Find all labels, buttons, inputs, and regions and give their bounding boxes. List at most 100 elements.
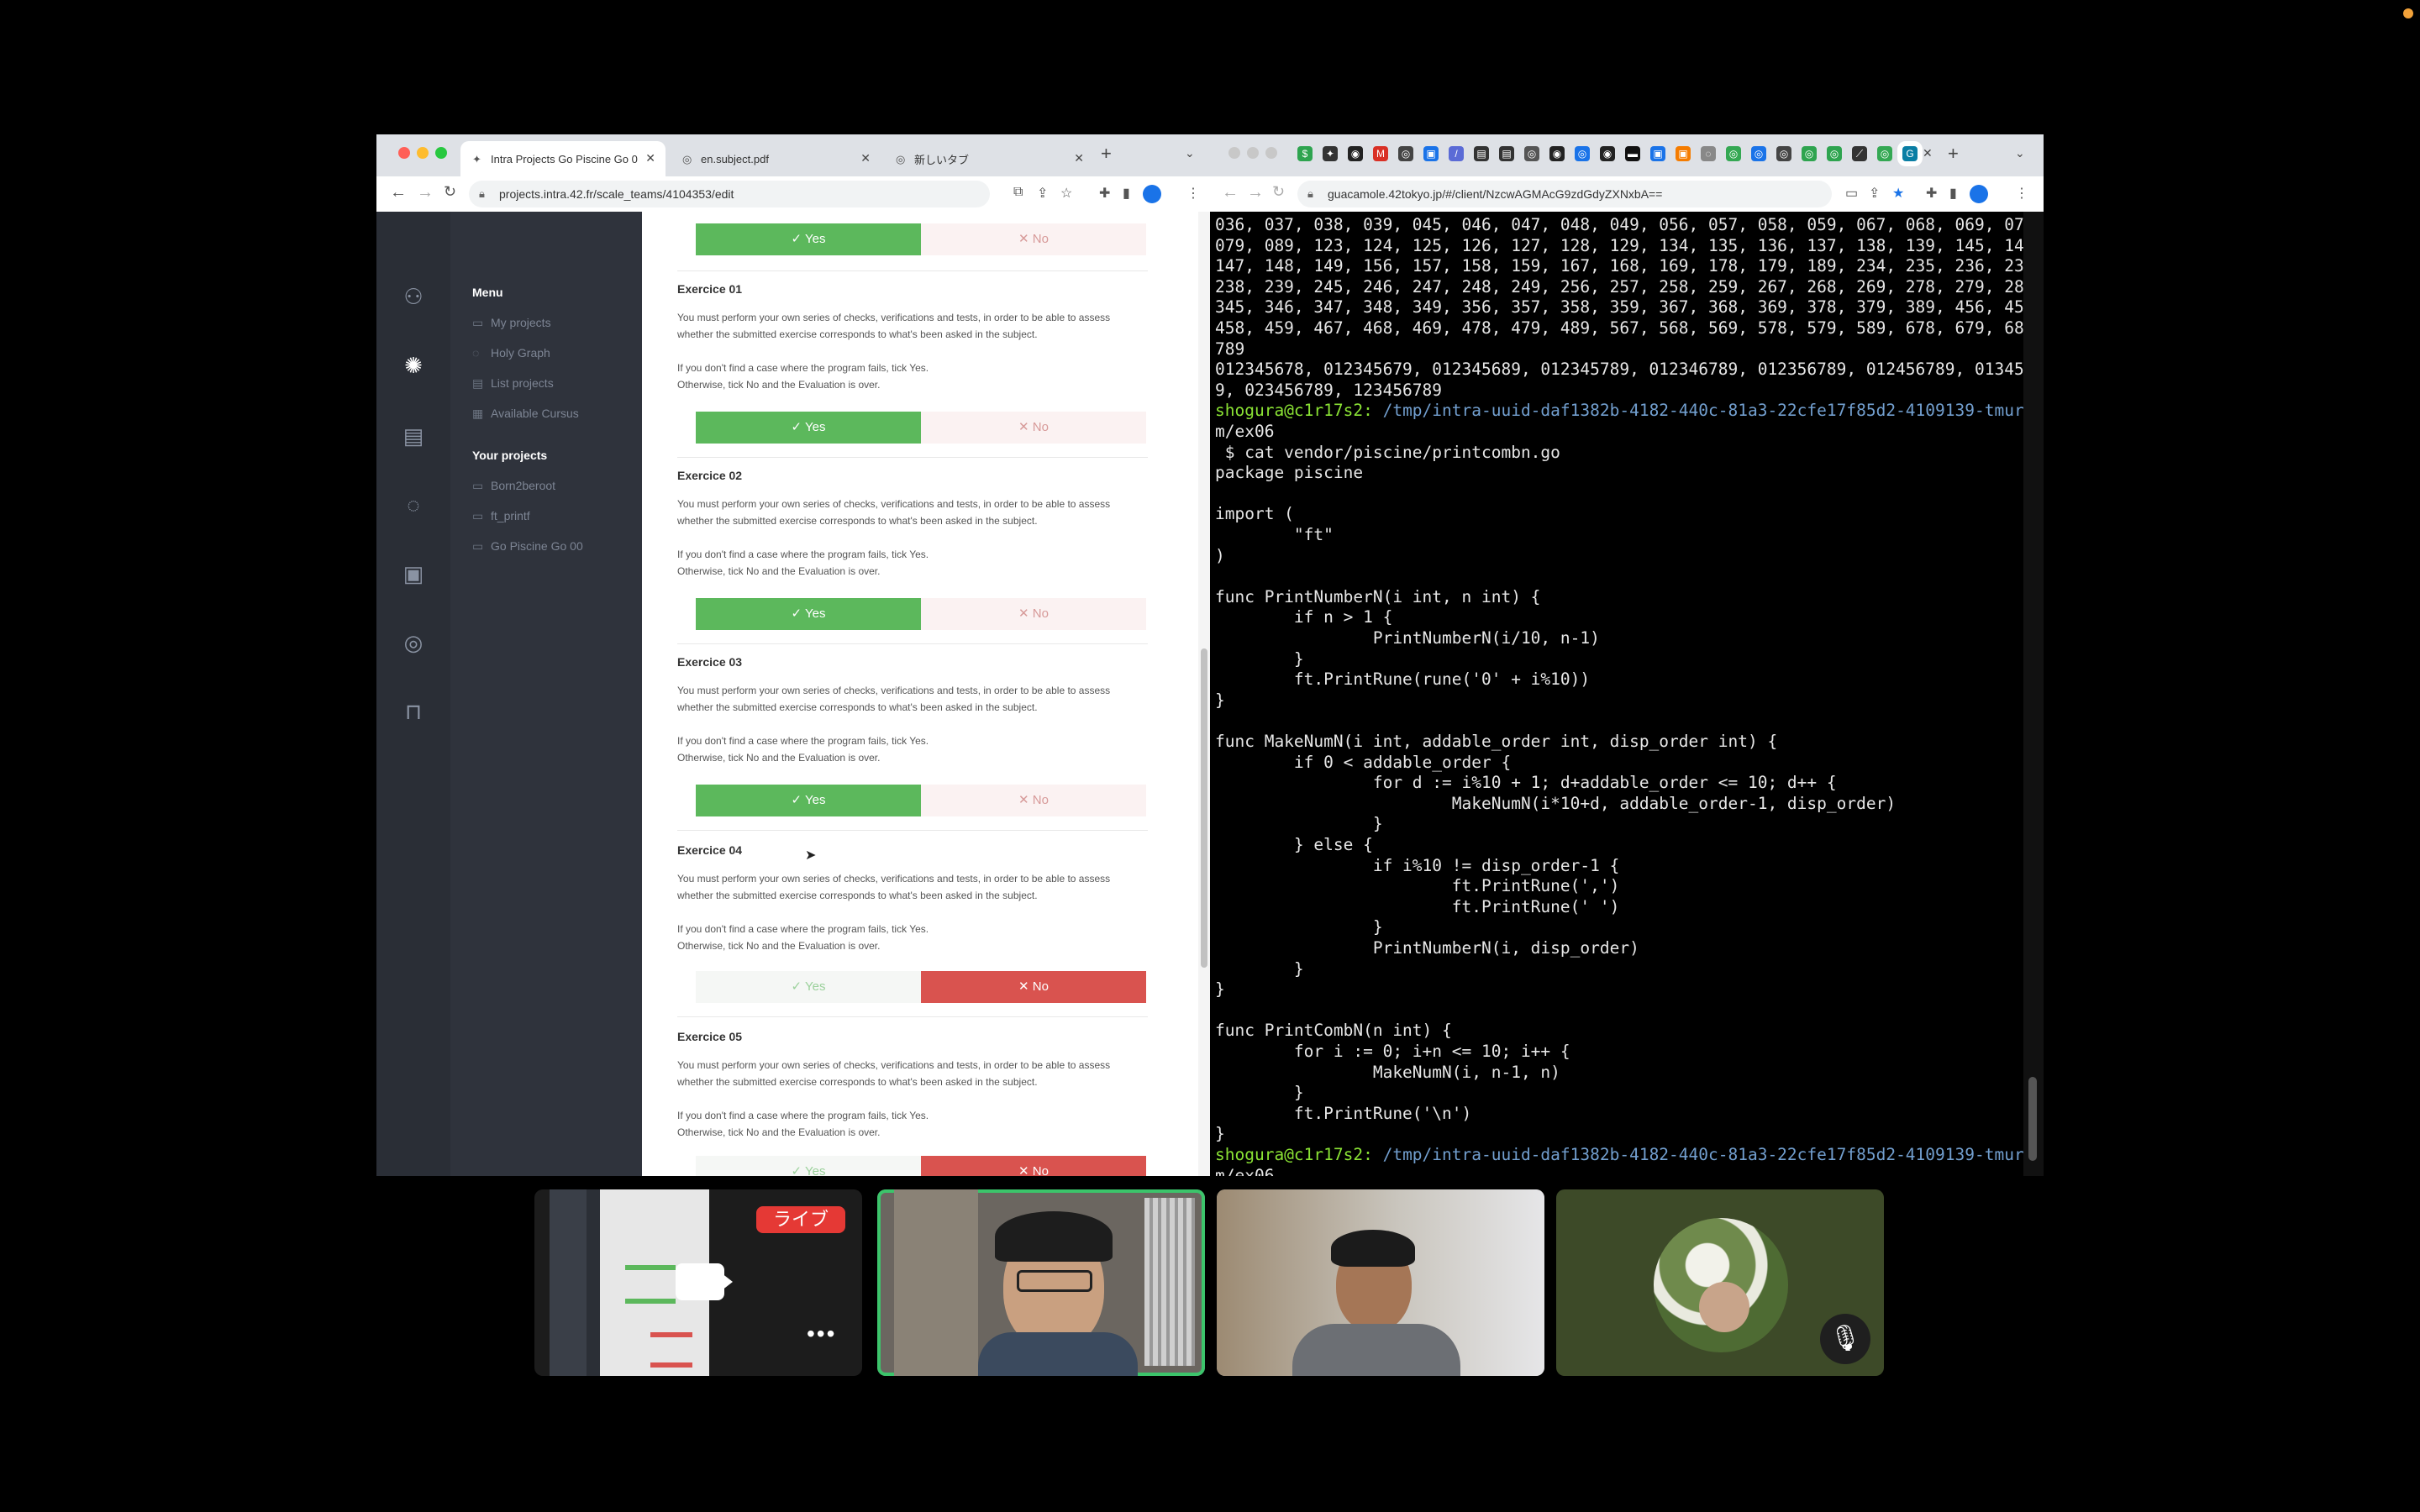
screen-share-tile[interactable]: ライブ •••: [534, 1189, 862, 1376]
close-window-icon[interactable]: [1228, 147, 1240, 159]
url-field[interactable]: 🔒︎ projects.intra.42.fr/scale_teams/4104…: [469, 181, 990, 207]
terminal-scrollbar[interactable]: [2023, 212, 2044, 1176]
pinned-tab-icon[interactable]: ▬: [1625, 146, 1640, 161]
pinned-tab-icon[interactable]: ◎: [1575, 146, 1590, 161]
new-tab-icon[interactable]: +: [1101, 143, 1112, 165]
reload-icon[interactable]: ↻: [444, 183, 456, 201]
graph-icon[interactable]: ✺: [402, 353, 425, 378]
shop-icon[interactable]: ⊓: [402, 699, 425, 724]
github-icon[interactable]: ◉: [1600, 146, 1615, 161]
pinned-tab-icon[interactable]: ▣: [1423, 146, 1439, 161]
minimize-window-icon[interactable]: [417, 147, 429, 159]
participant-tile[interactable]: [1217, 1189, 1544, 1376]
url-field[interactable]: 🔒︎ guacamole.42tokyo.jp/#/client/NzcwAGM…: [1297, 181, 1832, 207]
forward-icon[interactable]: →: [1247, 183, 1264, 202]
pinned-tab-icon[interactable]: ✦: [1323, 146, 1338, 161]
back-icon[interactable]: ←: [1222, 183, 1239, 202]
translate-icon[interactable]: ⧉: [1013, 185, 1023, 200]
scrollbar-thumb[interactable]: [2028, 1077, 2037, 1161]
close-window-icon[interactable]: [398, 147, 410, 159]
yes-button[interactable]: ✓ Yes: [696, 785, 921, 816]
scrollbar[interactable]: [1198, 212, 1210, 1176]
sidepanel-icon[interactable]: ▮: [1949, 185, 1957, 202]
pinned-tab-icon[interactable]: ◎: [1877, 146, 1892, 161]
participant-tile-muted[interactable]: 🎙︎: [1556, 1189, 1884, 1376]
no-button[interactable]: ✕ No: [921, 785, 1146, 816]
yes-button[interactable]: ✓ Yes: [696, 412, 921, 444]
no-button[interactable]: ✕ No: [921, 223, 1146, 255]
project-item-born2beroot[interactable]: ▭ Born2beroot: [472, 479, 555, 493]
briefcase-icon[interactable]: ▣: [402, 561, 425, 586]
no-button[interactable]: ✕ No: [921, 412, 1146, 444]
bookmark-star-icon[interactable]: ★: [1892, 185, 1904, 202]
github-icon[interactable]: ◉: [1549, 146, 1565, 161]
extensions-icon[interactable]: ✚: [1099, 185, 1110, 202]
new-tab-icon[interactable]: +: [1948, 143, 1959, 165]
menu-item-list-projects[interactable]: ▤ List projects: [472, 376, 554, 391]
yes-button[interactable]: ✓ Yes: [696, 971, 921, 1003]
pinned-tab-icon[interactable]: ◎: [1398, 146, 1413, 161]
no-button[interactable]: ✕ No: [921, 971, 1146, 1003]
project-item-ft-printf[interactable]: ▭ ft_printf: [472, 509, 530, 523]
close-tab-icon[interactable]: ✕: [1074, 151, 1084, 165]
pinned-tab-icon[interactable]: ◎: [1776, 146, 1791, 161]
pinned-tab-icon[interactable]: ◎: [1827, 146, 1842, 161]
menu-item-holy-graph[interactable]: ◌ Holy Graph: [472, 346, 550, 360]
no-button[interactable]: ✕ No: [921, 598, 1146, 630]
pinned-tab-icon[interactable]: ▤: [1499, 146, 1514, 161]
kebab-menu-icon[interactable]: ⋮: [2015, 185, 2028, 202]
pinned-tab-icon[interactable]: ▣: [1650, 146, 1665, 161]
yes-button[interactable]: ✓ Yes: [696, 598, 921, 630]
sidepanel-icon[interactable]: ▮: [1123, 185, 1130, 202]
chevron-down-icon[interactable]: ⌄: [2015, 146, 2025, 160]
pinned-tab-icon[interactable]: $: [1297, 146, 1313, 161]
maximize-window-icon[interactable]: [435, 147, 447, 159]
more-options-icon[interactable]: •••: [807, 1320, 836, 1347]
bookmark-star-icon[interactable]: ☆: [1060, 185, 1072, 202]
compass-icon[interactable]: ◎: [402, 630, 425, 655]
no-button[interactable]: ✕ No: [921, 1156, 1146, 1176]
gmail-icon[interactable]: M: [1373, 146, 1388, 161]
yes-button[interactable]: ✓ Yes: [696, 1156, 921, 1176]
tab-intra-projects[interactable]: ✦ Intra Projects Go Piscine Go 0 ✕: [460, 141, 666, 176]
chat-icon[interactable]: ◌: [402, 492, 425, 517]
id-card-icon[interactable]: ▤: [402, 423, 425, 449]
user-icon[interactable]: ⚇: [402, 284, 425, 309]
pinned-tab-icon[interactable]: ◎: [1751, 146, 1766, 161]
close-tab-icon[interactable]: ✕: [645, 151, 655, 165]
pinned-tab-icon[interactable]: ▣: [1676, 146, 1691, 161]
pinned-tab-icon[interactable]: ▤: [1474, 146, 1489, 161]
pinned-tab-icon[interactable]: ◌: [1701, 146, 1716, 161]
share-icon[interactable]: ⇪: [1869, 185, 1880, 202]
profile-avatar-icon[interactable]: [1143, 185, 1161, 203]
close-tab-icon[interactable]: ✕: [860, 151, 871, 165]
terminal-output[interactable]: 036, 037, 038, 039, 045, 046, 047, 048, …: [1210, 212, 2044, 1176]
back-icon[interactable]: ←: [390, 183, 407, 202]
install-app-icon[interactable]: ▭: [1845, 185, 1858, 202]
pinned-tab-icon[interactable]: ⟋: [1852, 146, 1867, 161]
pinned-tab-icon[interactable]: ◎: [1524, 146, 1539, 161]
menu-item-available-cursus[interactable]: ▦ Available Cursus: [472, 407, 579, 421]
participant-tile-active-speaker[interactable]: [877, 1189, 1205, 1376]
tab-subject-pdf[interactable]: ◎ en.subject.pdf ✕: [671, 141, 881, 176]
project-item-go-piscine[interactable]: ▭ Go Piscine Go 00: [472, 539, 583, 554]
extensions-icon[interactable]: ✚: [1926, 185, 1937, 202]
forward-icon[interactable]: →: [417, 183, 434, 202]
tab-new-tab[interactable]: ◎ 新しいタブ ✕: [884, 141, 1094, 176]
share-icon[interactable]: ⇪: [1037, 185, 1048, 202]
guacamole-tab-icon[interactable]: G: [1902, 146, 1918, 161]
pinned-tab-icon[interactable]: ◎: [1802, 146, 1817, 161]
github-icon[interactable]: ◉: [1348, 146, 1363, 161]
scrollbar-thumb[interactable]: [1201, 648, 1207, 968]
pinned-tab-icon[interactable]: /: [1449, 146, 1464, 161]
minimize-window-icon[interactable]: [1247, 147, 1259, 159]
chevron-down-icon[interactable]: ⌄: [1185, 146, 1195, 160]
reload-icon[interactable]: ↻: [1272, 183, 1285, 201]
profile-avatar-icon[interactable]: [1970, 185, 1988, 203]
yes-button[interactable]: ✓ Yes: [696, 223, 921, 255]
close-tab-icon[interactable]: ✕: [1923, 146, 1933, 160]
kebab-menu-icon[interactable]: ⋮: [1186, 185, 1200, 202]
menu-item-my-projects[interactable]: ▭ My projects: [472, 316, 551, 330]
pinned-tab-icon[interactable]: ◎: [1726, 146, 1741, 161]
maximize-window-icon[interactable]: [1265, 147, 1277, 159]
